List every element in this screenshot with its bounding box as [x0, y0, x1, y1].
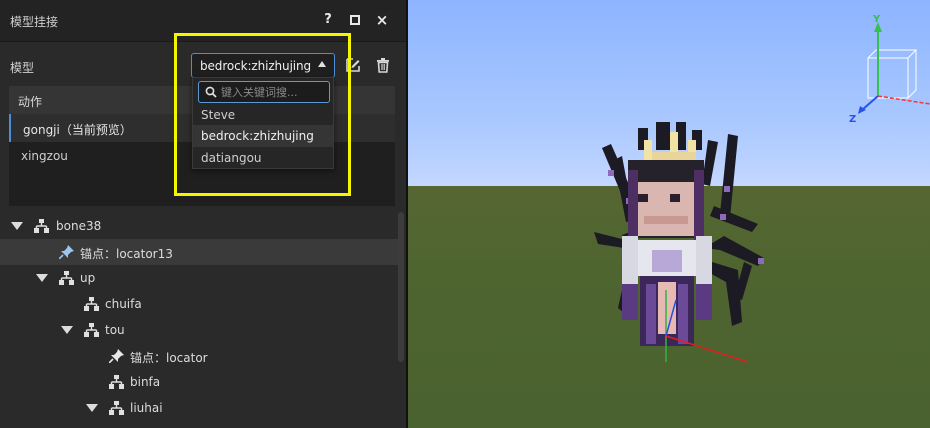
maximize-button[interactable] — [347, 12, 363, 28]
caret-down-icon[interactable] — [61, 326, 73, 334]
tree-node-label: 锚点：locator13 — [80, 247, 173, 261]
tree-scrollbar[interactable] — [398, 212, 404, 362]
bone-hierarchy-icon — [84, 297, 99, 311]
panel-title: 模型挂接 — [10, 15, 59, 29]
caret-down-icon[interactable] — [86, 404, 98, 412]
tree-node-locator[interactable]: 锚点：locator — [0, 343, 398, 369]
locator-pin-icon — [109, 349, 124, 363]
tree-node-chuifa[interactable]: chuifa — [0, 291, 398, 317]
tree-node-label: up — [80, 271, 96, 285]
3d-viewport[interactable]: Y Z — [408, 0, 930, 428]
action-item-label: xingzou — [21, 149, 68, 163]
gizmo-y-label: Y — [872, 14, 881, 25]
tree-node-label: 锚点：locator — [130, 351, 208, 365]
tree-node-tou[interactable]: tou — [0, 317, 398, 343]
tree-node-bone38[interactable]: bone38 — [0, 213, 398, 239]
bone-hierarchy-icon — [59, 271, 74, 285]
tree-node-label: liuhai — [130, 401, 163, 415]
tree-node-up[interactable]: up — [0, 265, 398, 291]
bone-hierarchy-icon — [109, 401, 124, 415]
tree-node-locator13[interactable]: 锚点：locator13 — [0, 239, 398, 265]
annotation-highlight-box — [174, 33, 351, 196]
locator-pin-icon — [59, 245, 74, 259]
model-label: 模型 — [10, 61, 35, 75]
tree-node-binfa[interactable]: binfa — [0, 369, 398, 395]
gizmo-z-label: Z — [849, 114, 856, 125]
bone-tree: bone38 锚点：locator13 up chuifa tou 锚点：loc… — [0, 212, 406, 428]
maximize-icon — [350, 15, 360, 25]
bone-hierarchy-icon — [34, 219, 49, 233]
delete-model-button[interactable] — [375, 57, 391, 73]
trash-icon — [377, 58, 389, 73]
bone-hierarchy-icon — [84, 323, 99, 337]
help-button[interactable]: ? — [320, 12, 336, 28]
actions-header-label: 动作 — [18, 95, 43, 109]
action-item-label: gongji（当前预览） — [23, 123, 132, 137]
tree-node-label: bone38 — [56, 219, 102, 233]
tree-node-label: tou — [105, 323, 125, 337]
tree-node-label: binfa — [130, 375, 161, 389]
close-button[interactable]: × — [374, 12, 390, 28]
tree-node-liuhai[interactable]: liuhai — [0, 395, 398, 421]
bone-hierarchy-icon — [109, 375, 124, 389]
tree-node-label: chuifa — [105, 297, 142, 311]
orientation-gizmo[interactable]: Y Z — [846, 0, 930, 130]
caret-down-icon[interactable] — [36, 274, 48, 282]
caret-down-icon[interactable] — [11, 222, 23, 230]
model-attach-panel: 模型挂接 ? × 模型 动作 gongji（当前预览） xingzou bone… — [0, 0, 406, 428]
